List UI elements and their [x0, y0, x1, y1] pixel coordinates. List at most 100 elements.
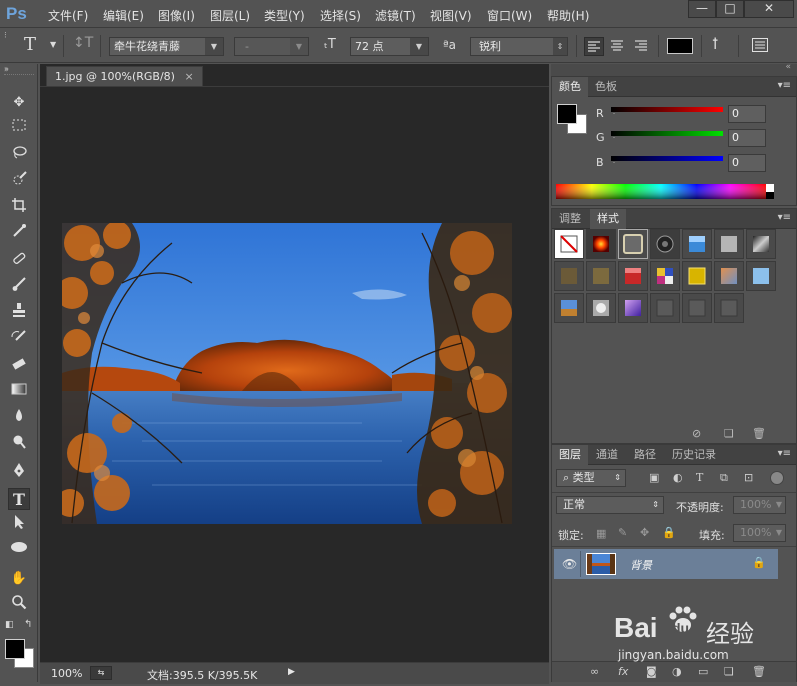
- style-empty[interactable]: [650, 293, 680, 323]
- style-red-button[interactable]: [618, 261, 648, 291]
- style-purple[interactable]: [618, 293, 648, 323]
- layer-filter-select[interactable]: ⌕ 类型 ⇕: [556, 469, 626, 487]
- menu-layer[interactable]: 图层(L): [210, 7, 250, 24]
- move-icon[interactable]: ✥: [8, 92, 30, 114]
- filter-shape-icon[interactable]: ⧉: [720, 471, 728, 485]
- style-sky[interactable]: [746, 261, 776, 291]
- warp-text-icon[interactable]: ꝉ: [712, 35, 718, 53]
- close-button[interactable]: ✕: [744, 0, 794, 18]
- font-style-select[interactable]: - ▼: [234, 37, 309, 56]
- filter-type-icon[interactable]: T: [696, 471, 703, 484]
- blur-icon[interactable]: [8, 407, 30, 429]
- collapse-icon[interactable]: »: [4, 64, 9, 73]
- filter-smart-object-icon[interactable]: ⊡: [744, 471, 753, 484]
- canvas-image[interactable]: [62, 223, 512, 524]
- font-size-select[interactable]: 72 点 ▼: [350, 37, 429, 56]
- antialias-select[interactable]: 锐利 ⇕: [470, 37, 568, 56]
- filter-adjustment-icon[interactable]: ◐: [673, 471, 683, 484]
- path-select-icon[interactable]: [8, 514, 30, 536]
- blue-value-input[interactable]: 0: [728, 154, 766, 172]
- style-empty[interactable]: [682, 293, 712, 323]
- style-fire[interactable]: [586, 229, 616, 259]
- eye-icon[interactable]: 👁: [562, 557, 577, 571]
- marquee-icon[interactable]: [8, 118, 30, 140]
- filter-pixel-icon[interactable]: ▣: [649, 471, 659, 484]
- restore-button[interactable]: □: [716, 0, 744, 18]
- dodge-icon[interactable]: [8, 434, 30, 456]
- history-brush-icon[interactable]: [8, 329, 30, 351]
- chevron-down-icon[interactable]: ▼: [50, 40, 56, 49]
- status-menu-icon[interactable]: ▶: [288, 667, 295, 677]
- adjustment-layer-icon[interactable]: ◑: [672, 665, 682, 678]
- tab-paths[interactable]: 路径: [627, 445, 663, 465]
- panel-menu-icon[interactable]: ▾≡: [778, 448, 791, 459]
- close-icon[interactable]: ×: [184, 70, 193, 83]
- tab-history[interactable]: 历史记录: [665, 445, 723, 465]
- foreground-color-swatch[interactable]: [5, 639, 25, 659]
- healing-icon[interactable]: [8, 250, 30, 272]
- align-right-button[interactable]: [632, 37, 652, 56]
- filter-toggle[interactable]: [770, 471, 784, 485]
- lock-position-icon[interactable]: ✥: [640, 526, 649, 539]
- gradient-icon[interactable]: [8, 381, 30, 403]
- layer-name[interactable]: 背景: [630, 557, 652, 573]
- pen-icon[interactable]: [8, 462, 30, 484]
- document-tab[interactable]: 1.jpg @ 100%(RGB/8) ×: [46, 66, 203, 86]
- opacity-input[interactable]: 100% ▼: [733, 496, 786, 514]
- brush-icon[interactable]: [8, 276, 30, 298]
- style-landscape[interactable]: [554, 293, 584, 323]
- fill-input[interactable]: 100% ▼: [733, 524, 786, 542]
- link-layers-icon[interactable]: ∞: [590, 665, 599, 678]
- style-olive[interactable]: [586, 261, 616, 291]
- clone-stamp-icon[interactable]: [8, 302, 30, 324]
- lock-all-icon[interactable]: 🔒: [662, 526, 676, 539]
- menu-help[interactable]: 帮助(H): [547, 7, 589, 24]
- delete-layer-icon[interactable]: 🗑: [752, 665, 766, 678]
- style-texture[interactable]: [586, 293, 616, 323]
- menu-filter[interactable]: 滤镜(T): [375, 7, 416, 24]
- style-chrome[interactable]: [746, 229, 776, 259]
- hand-icon[interactable]: ✋: [8, 568, 30, 590]
- tab-color[interactable]: 颜色: [552, 77, 588, 97]
- quick-select-icon[interactable]: [8, 171, 30, 193]
- red-slider[interactable]: [611, 107, 723, 114]
- lock-pixels-icon[interactable]: ✎: [618, 526, 627, 539]
- delete-style-icon[interactable]: 🗑: [752, 427, 766, 440]
- color-spectrum-bar[interactable]: [556, 184, 774, 199]
- style-grey[interactable]: [714, 229, 744, 259]
- style-rainbow[interactable]: [650, 261, 680, 291]
- character-panel-icon[interactable]: [751, 36, 769, 57]
- font-family-select[interactable]: 牵牛花绕青藤 ▼: [109, 37, 224, 56]
- ellipse-icon[interactable]: [8, 540, 30, 562]
- foreground-color-swatch[interactable]: [557, 104, 577, 124]
- new-style-icon[interactable]: ❏: [724, 427, 734, 440]
- menu-window[interactable]: 窗口(W): [487, 7, 532, 24]
- type-icon[interactable]: T: [8, 488, 30, 510]
- menu-view[interactable]: 视图(V): [430, 7, 472, 24]
- tab-layers[interactable]: 图层: [552, 445, 588, 465]
- minimize-button[interactable]: —: [688, 0, 716, 18]
- menu-select[interactable]: 选择(S): [320, 7, 361, 24]
- swap-colors-icon[interactable]: ↰: [24, 619, 32, 630]
- menu-file[interactable]: 文件(F): [48, 7, 88, 24]
- tab-channels[interactable]: 通道: [589, 445, 625, 465]
- text-color-swatch[interactable]: [667, 38, 693, 54]
- toggle-orientation-icon[interactable]: ↕T: [73, 35, 93, 51]
- zoom-level[interactable]: 100%: [51, 667, 82, 680]
- panel-menu-icon[interactable]: ▾≡: [778, 212, 791, 223]
- type-tool-preset-icon[interactable]: T: [24, 34, 36, 55]
- align-center-button[interactable]: [608, 37, 628, 56]
- blue-slider[interactable]: [611, 156, 723, 163]
- lasso-icon[interactable]: [8, 144, 30, 166]
- layer-row[interactable]: 👁 背景 🔒: [554, 549, 778, 579]
- green-value-input[interactable]: 0: [728, 129, 766, 147]
- crop-icon[interactable]: [8, 197, 30, 219]
- add-mask-icon[interactable]: ◙: [646, 665, 657, 678]
- tab-swatches[interactable]: 色板: [588, 77, 624, 97]
- tab-adjustments[interactable]: 调整: [552, 209, 588, 229]
- menu-type[interactable]: 类型(Y): [264, 7, 305, 24]
- green-slider[interactable]: [611, 131, 723, 138]
- style-frame[interactable]: [618, 229, 648, 259]
- style-brown[interactable]: [554, 261, 584, 291]
- align-left-button[interactable]: [584, 37, 604, 56]
